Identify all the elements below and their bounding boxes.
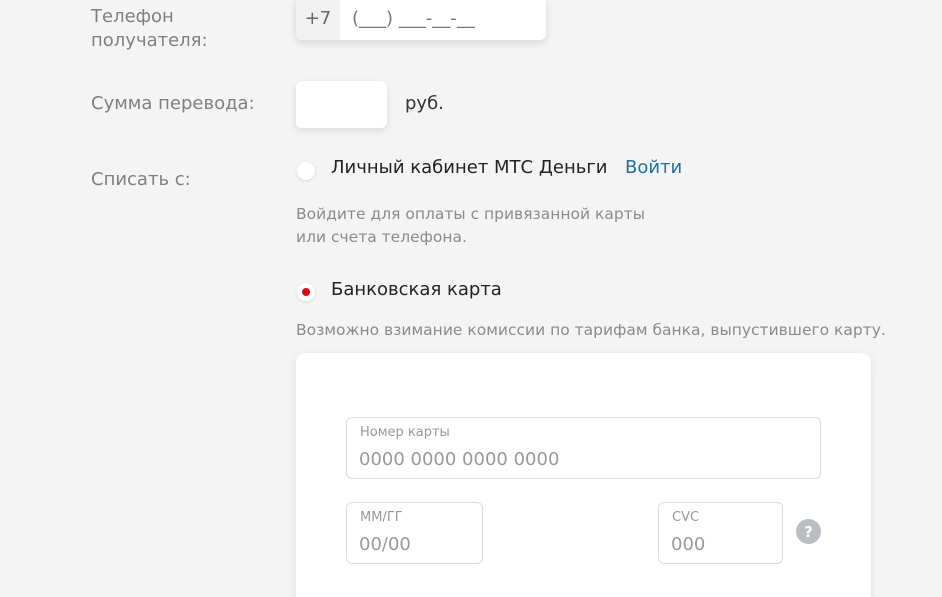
amount-field [296, 81, 387, 128]
radio-mts-wallet[interactable] [297, 162, 315, 180]
option-mts-wallet-label[interactable]: Личный кабинет МТС Деньги [331, 157, 608, 178]
cvc-label: CVC [672, 510, 700, 525]
bank-card-hint: Возможно взимание комиссии по тарифам ба… [296, 321, 886, 339]
card-number-label: Номер карты [360, 425, 450, 440]
phone-prefix: +7 [296, 0, 340, 40]
card-number-placeholder: 0000 0000 0000 0000 [359, 449, 560, 470]
phone-label-line1: Телефон [91, 6, 174, 27]
debit-label: Списать с: [91, 169, 191, 190]
cvc-help-icon[interactable]: ? [796, 519, 821, 544]
amount-input[interactable] [296, 81, 387, 128]
radio-bank-card[interactable] [297, 283, 315, 301]
mts-wallet-hint: Войдите для оплаты с привязанной карты и… [296, 203, 645, 249]
currency-label: руб. [405, 93, 444, 114]
phone-input[interactable] [340, 0, 540, 40]
expiry-label: ММ/ГГ [360, 510, 403, 525]
login-link[interactable]: Войти [625, 157, 682, 178]
phone-field: +7 [296, 0, 546, 40]
card-number-field[interactable]: Номер карты 0000 0000 0000 0000 [346, 417, 821, 479]
option-bank-card-label[interactable]: Банковская карта [331, 279, 502, 300]
phone-label-line2: получателя: [91, 30, 208, 51]
phone-label: Телефон получателя: [91, 5, 208, 53]
cvc-placeholder: 000 [671, 534, 706, 555]
radio-selected-dot [302, 288, 310, 296]
mts-wallet-hint-line1: Войдите для оплаты с привязанной карты [296, 205, 645, 223]
mts-wallet-hint-line2: или счета телефона. [296, 228, 467, 246]
card-form-panel: Номер карты 0000 0000 0000 0000 ММ/ГГ 00… [296, 353, 871, 597]
cvc-field[interactable]: CVC 000 [658, 502, 783, 564]
amount-label: Сумма перевода: [91, 93, 255, 114]
expiry-field[interactable]: ММ/ГГ 00/00 [346, 502, 483, 564]
expiry-placeholder: 00/00 [359, 534, 411, 555]
